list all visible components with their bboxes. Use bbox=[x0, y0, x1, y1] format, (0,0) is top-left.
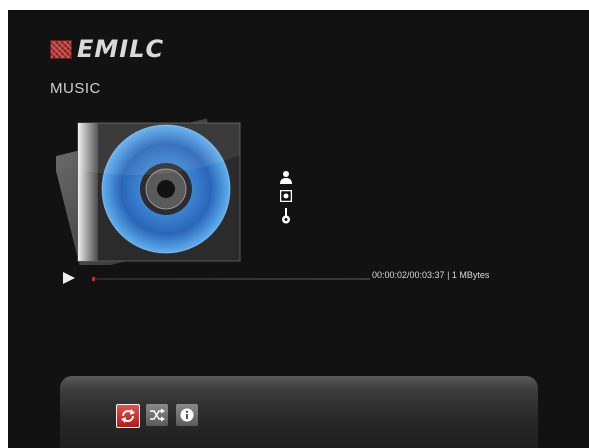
page-title: MUSIC bbox=[50, 80, 101, 97]
track-meta-icons bbox=[280, 170, 292, 230]
brand-mosaic-icon bbox=[50, 39, 72, 59]
control-panel bbox=[60, 376, 538, 448]
artist-icon bbox=[280, 171, 292, 184]
repeat-button[interactable] bbox=[116, 404, 140, 428]
time-readout: 00:00:02/00:03:37 | 1 MBytes bbox=[372, 270, 490, 280]
album-art bbox=[56, 115, 252, 265]
brand-logo: EMILC bbox=[50, 34, 164, 64]
album-icon bbox=[280, 190, 292, 202]
repeat-icon bbox=[121, 409, 135, 423]
shuffle-button[interactable] bbox=[146, 404, 168, 426]
info-button[interactable] bbox=[176, 404, 198, 426]
play-icon bbox=[63, 272, 75, 284]
media-player-screen: EMILC MUSIC 00:00:02/00:03:37 | 1 MBytes bbox=[8, 10, 589, 448]
shuffle-icon bbox=[150, 408, 165, 422]
progress-fill bbox=[92, 277, 95, 281]
progress-bar[interactable] bbox=[92, 277, 370, 281]
brand-name: EMILC bbox=[77, 35, 165, 63]
genre-icon bbox=[282, 208, 290, 224]
info-icon bbox=[180, 408, 194, 422]
